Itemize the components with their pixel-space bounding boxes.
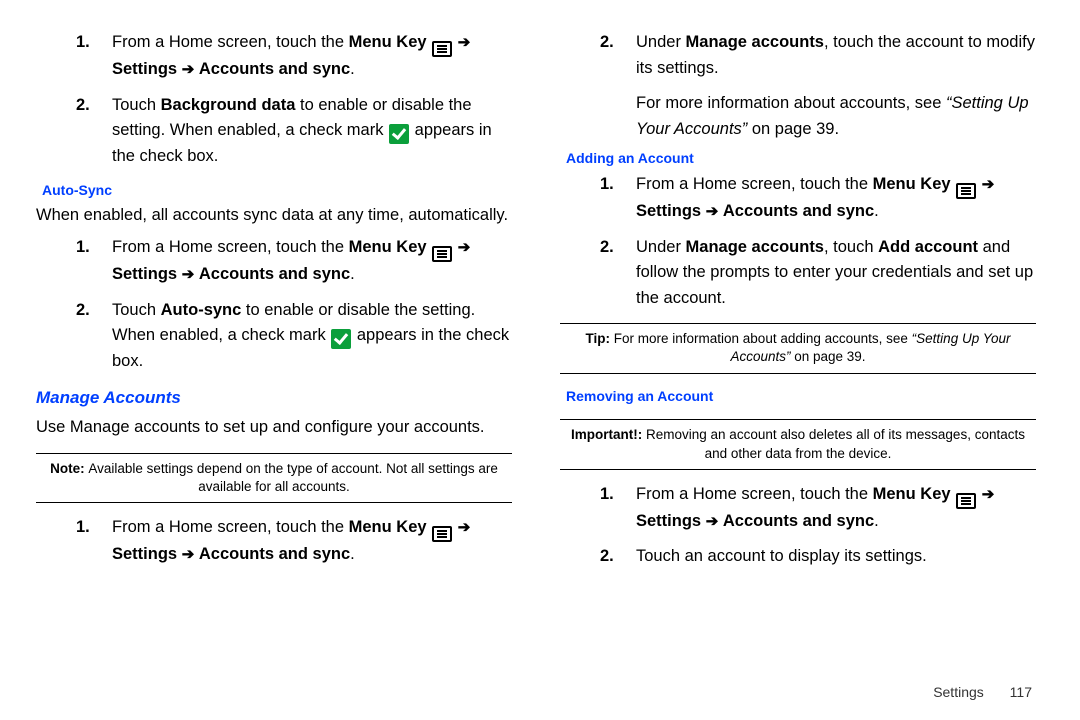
footer-section: Settings	[933, 684, 984, 700]
arrow-icon: ➔	[982, 176, 995, 193]
step-text: Under Manage accounts, touch Add account…	[636, 235, 1036, 312]
step-text: From a Home screen, touch the Menu Key ➔…	[112, 515, 512, 568]
step-number: 1.	[36, 30, 112, 56]
menu-key-icon	[432, 246, 452, 262]
left-column: 1. From a Home screen, touch the Menu Ke…	[36, 28, 536, 700]
important-text: Removing an account also deletes all of …	[646, 427, 1025, 460]
list-item: 1. From a Home screen, touch the Menu Ke…	[560, 482, 1036, 535]
tip-label: Tip:	[586, 331, 614, 346]
right-column: 2. Under Manage accounts, touch the acco…	[536, 28, 1036, 700]
arrow-icon: ➔	[182, 546, 195, 563]
arrow-icon: ➔	[706, 203, 719, 220]
checkmark-icon	[331, 329, 351, 349]
step-number: 2.	[36, 93, 112, 119]
list-item: 2. Under Manage accounts, touch the acco…	[560, 30, 1036, 81]
page-number: 117	[1010, 684, 1032, 700]
list-item: 1. From a Home screen, touch the Menu Ke…	[560, 172, 1036, 225]
list-item: 1. From a Home screen, touch the Menu Ke…	[36, 235, 512, 288]
important-label: Important!:	[571, 427, 646, 442]
arrow-icon: ➔	[458, 239, 471, 256]
left-list-1: 1. From a Home screen, touch the Menu Ke…	[36, 30, 512, 170]
list-item: 1. From a Home screen, touch the Menu Ke…	[36, 30, 512, 83]
heading-auto-sync: Auto-Sync	[42, 180, 512, 202]
list-item: 2. Touch Background data to enable or di…	[36, 93, 512, 170]
important-box: Important!: Removing an account also del…	[560, 419, 1036, 469]
step-number: 2.	[560, 30, 636, 56]
menu-key-icon	[432, 526, 452, 542]
list-item: 2. Touch an account to display its setti…	[560, 544, 1036, 570]
arrow-icon: ➔	[458, 519, 471, 536]
right-list-3: 1. From a Home screen, touch the Menu Ke…	[560, 482, 1036, 570]
menu-key-icon	[956, 493, 976, 509]
list-item: 2. Touch Auto-sync to enable or disable …	[36, 298, 512, 375]
page-footer: Settings 117	[933, 684, 1032, 700]
left-list-3: 1. From a Home screen, touch the Menu Ke…	[36, 515, 512, 568]
step-text: From a Home screen, touch the Menu Key ➔…	[636, 172, 1036, 225]
heading-adding-account: Adding an Account	[566, 148, 1036, 170]
step-text: Touch an account to display its settings…	[636, 544, 1036, 570]
note-box: Note: Available settings depend on the t…	[36, 453, 512, 503]
heading-manage-accounts: Manage Accounts	[36, 385, 512, 411]
arrow-icon: ➔	[458, 34, 471, 51]
menu-key-icon	[432, 41, 452, 57]
step-number: 1.	[560, 482, 636, 508]
right-list-1: 2. Under Manage accounts, touch the acco…	[560, 30, 1036, 81]
step-number: 2.	[36, 298, 112, 324]
list-item: 2. Under Manage accounts, touch Add acco…	[560, 235, 1036, 312]
menu-key-icon	[956, 183, 976, 199]
note-text: Available settings depend on the type of…	[88, 461, 498, 494]
arrow-icon: ➔	[982, 486, 995, 503]
step-text: Touch Background data to enable or disab…	[112, 93, 512, 170]
list-item: 1. From a Home screen, touch the Menu Ke…	[36, 515, 512, 568]
step-text: Under Manage accounts, touch the account…	[636, 30, 1036, 81]
right-list-2: 1. From a Home screen, touch the Menu Ke…	[560, 172, 1036, 311]
step-text: From a Home screen, touch the Menu Key ➔…	[112, 30, 512, 83]
step-text: From a Home screen, touch the Menu Key ➔…	[636, 482, 1036, 535]
arrow-icon: ➔	[182, 61, 195, 78]
checkmark-icon	[389, 124, 409, 144]
step-number: 1.	[36, 515, 112, 541]
step-number: 2.	[560, 235, 636, 261]
arrow-icon: ➔	[182, 266, 195, 283]
heading-removing-account: Removing an Account	[566, 386, 1036, 408]
page: 1. From a Home screen, touch the Menu Ke…	[0, 0, 1080, 720]
step-number: 1.	[560, 172, 636, 198]
tip-box: Tip: For more information about adding a…	[560, 323, 1036, 373]
step-number: 2.	[560, 544, 636, 570]
step-text: Touch Auto-sync to enable or disable the…	[112, 298, 512, 375]
manage-accounts-description: Use Manage accounts to set up and config…	[36, 415, 512, 441]
more-info-text: For more information about accounts, see…	[560, 91, 1036, 142]
auto-sync-description: When enabled, all accounts sync data at …	[36, 203, 512, 229]
left-list-2: 1. From a Home screen, touch the Menu Ke…	[36, 235, 512, 375]
note-label: Note:	[50, 461, 88, 476]
arrow-icon: ➔	[706, 513, 719, 530]
step-text: From a Home screen, touch the Menu Key ➔…	[112, 235, 512, 288]
step-number: 1.	[36, 235, 112, 261]
